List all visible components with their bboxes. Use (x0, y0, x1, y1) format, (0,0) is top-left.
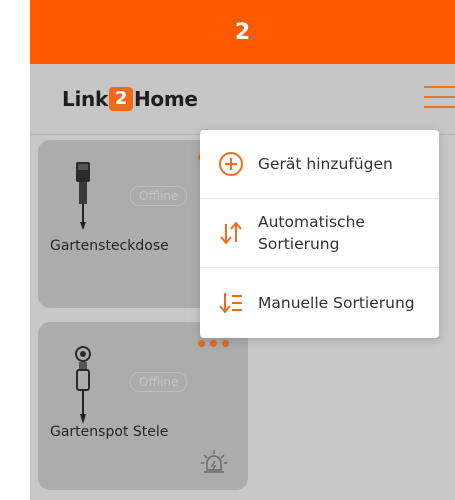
menu-item-add-device[interactable]: Gerät hinzufügen (200, 130, 439, 198)
logo-text-right: Home (133, 87, 198, 111)
menu-item-label-line1: Automatische (258, 213, 365, 231)
hamburger-menu-button[interactable] (420, 84, 455, 114)
app-header: Link 2 Home (30, 64, 455, 135)
step-number: 2 (234, 19, 251, 45)
status-badge: Offline (130, 186, 188, 206)
status-badge: Offline (130, 372, 188, 392)
step-banner: 2 (30, 0, 455, 64)
device-card[interactable]: Offline Gartenspot Stele (38, 322, 248, 490)
manual-sort-icon (219, 293, 242, 314)
plus-circle-icon (219, 152, 243, 176)
device-name: Gartenspot Stele (50, 424, 169, 440)
menu-item-label-line2: Sortierung (258, 235, 340, 253)
logo-mark: 2 (108, 87, 133, 111)
phone-screen: 2 Link 2 Home Offline Gartensteckdose Of… (30, 0, 455, 500)
menu-item-label: Automatische Sortierung (258, 211, 365, 255)
more-options-button[interactable] (198, 340, 234, 350)
options-dropdown-menu: Gerät hinzufügen Automatische Sortierung (200, 130, 439, 338)
menu-line (424, 96, 455, 98)
garden-socket-icon (76, 162, 90, 230)
menu-item-label: Manuelle Sortierung (258, 294, 415, 312)
menu-item-manual-sort[interactable]: Manuelle Sortierung (200, 268, 439, 338)
app-logo: Link 2 Home (62, 86, 198, 112)
menu-line (424, 86, 455, 88)
menu-line (424, 106, 455, 108)
alarm-siren-icon (201, 450, 227, 473)
logo-text-left: Link (62, 87, 108, 111)
auto-sort-icon (220, 221, 242, 245)
menu-item-auto-sort[interactable]: Automatische Sortierung (200, 199, 439, 267)
menu-item-label: Gerät hinzufügen (258, 155, 393, 173)
device-name: Gartensteckdose (50, 238, 169, 254)
garden-spot-icon (75, 346, 91, 424)
